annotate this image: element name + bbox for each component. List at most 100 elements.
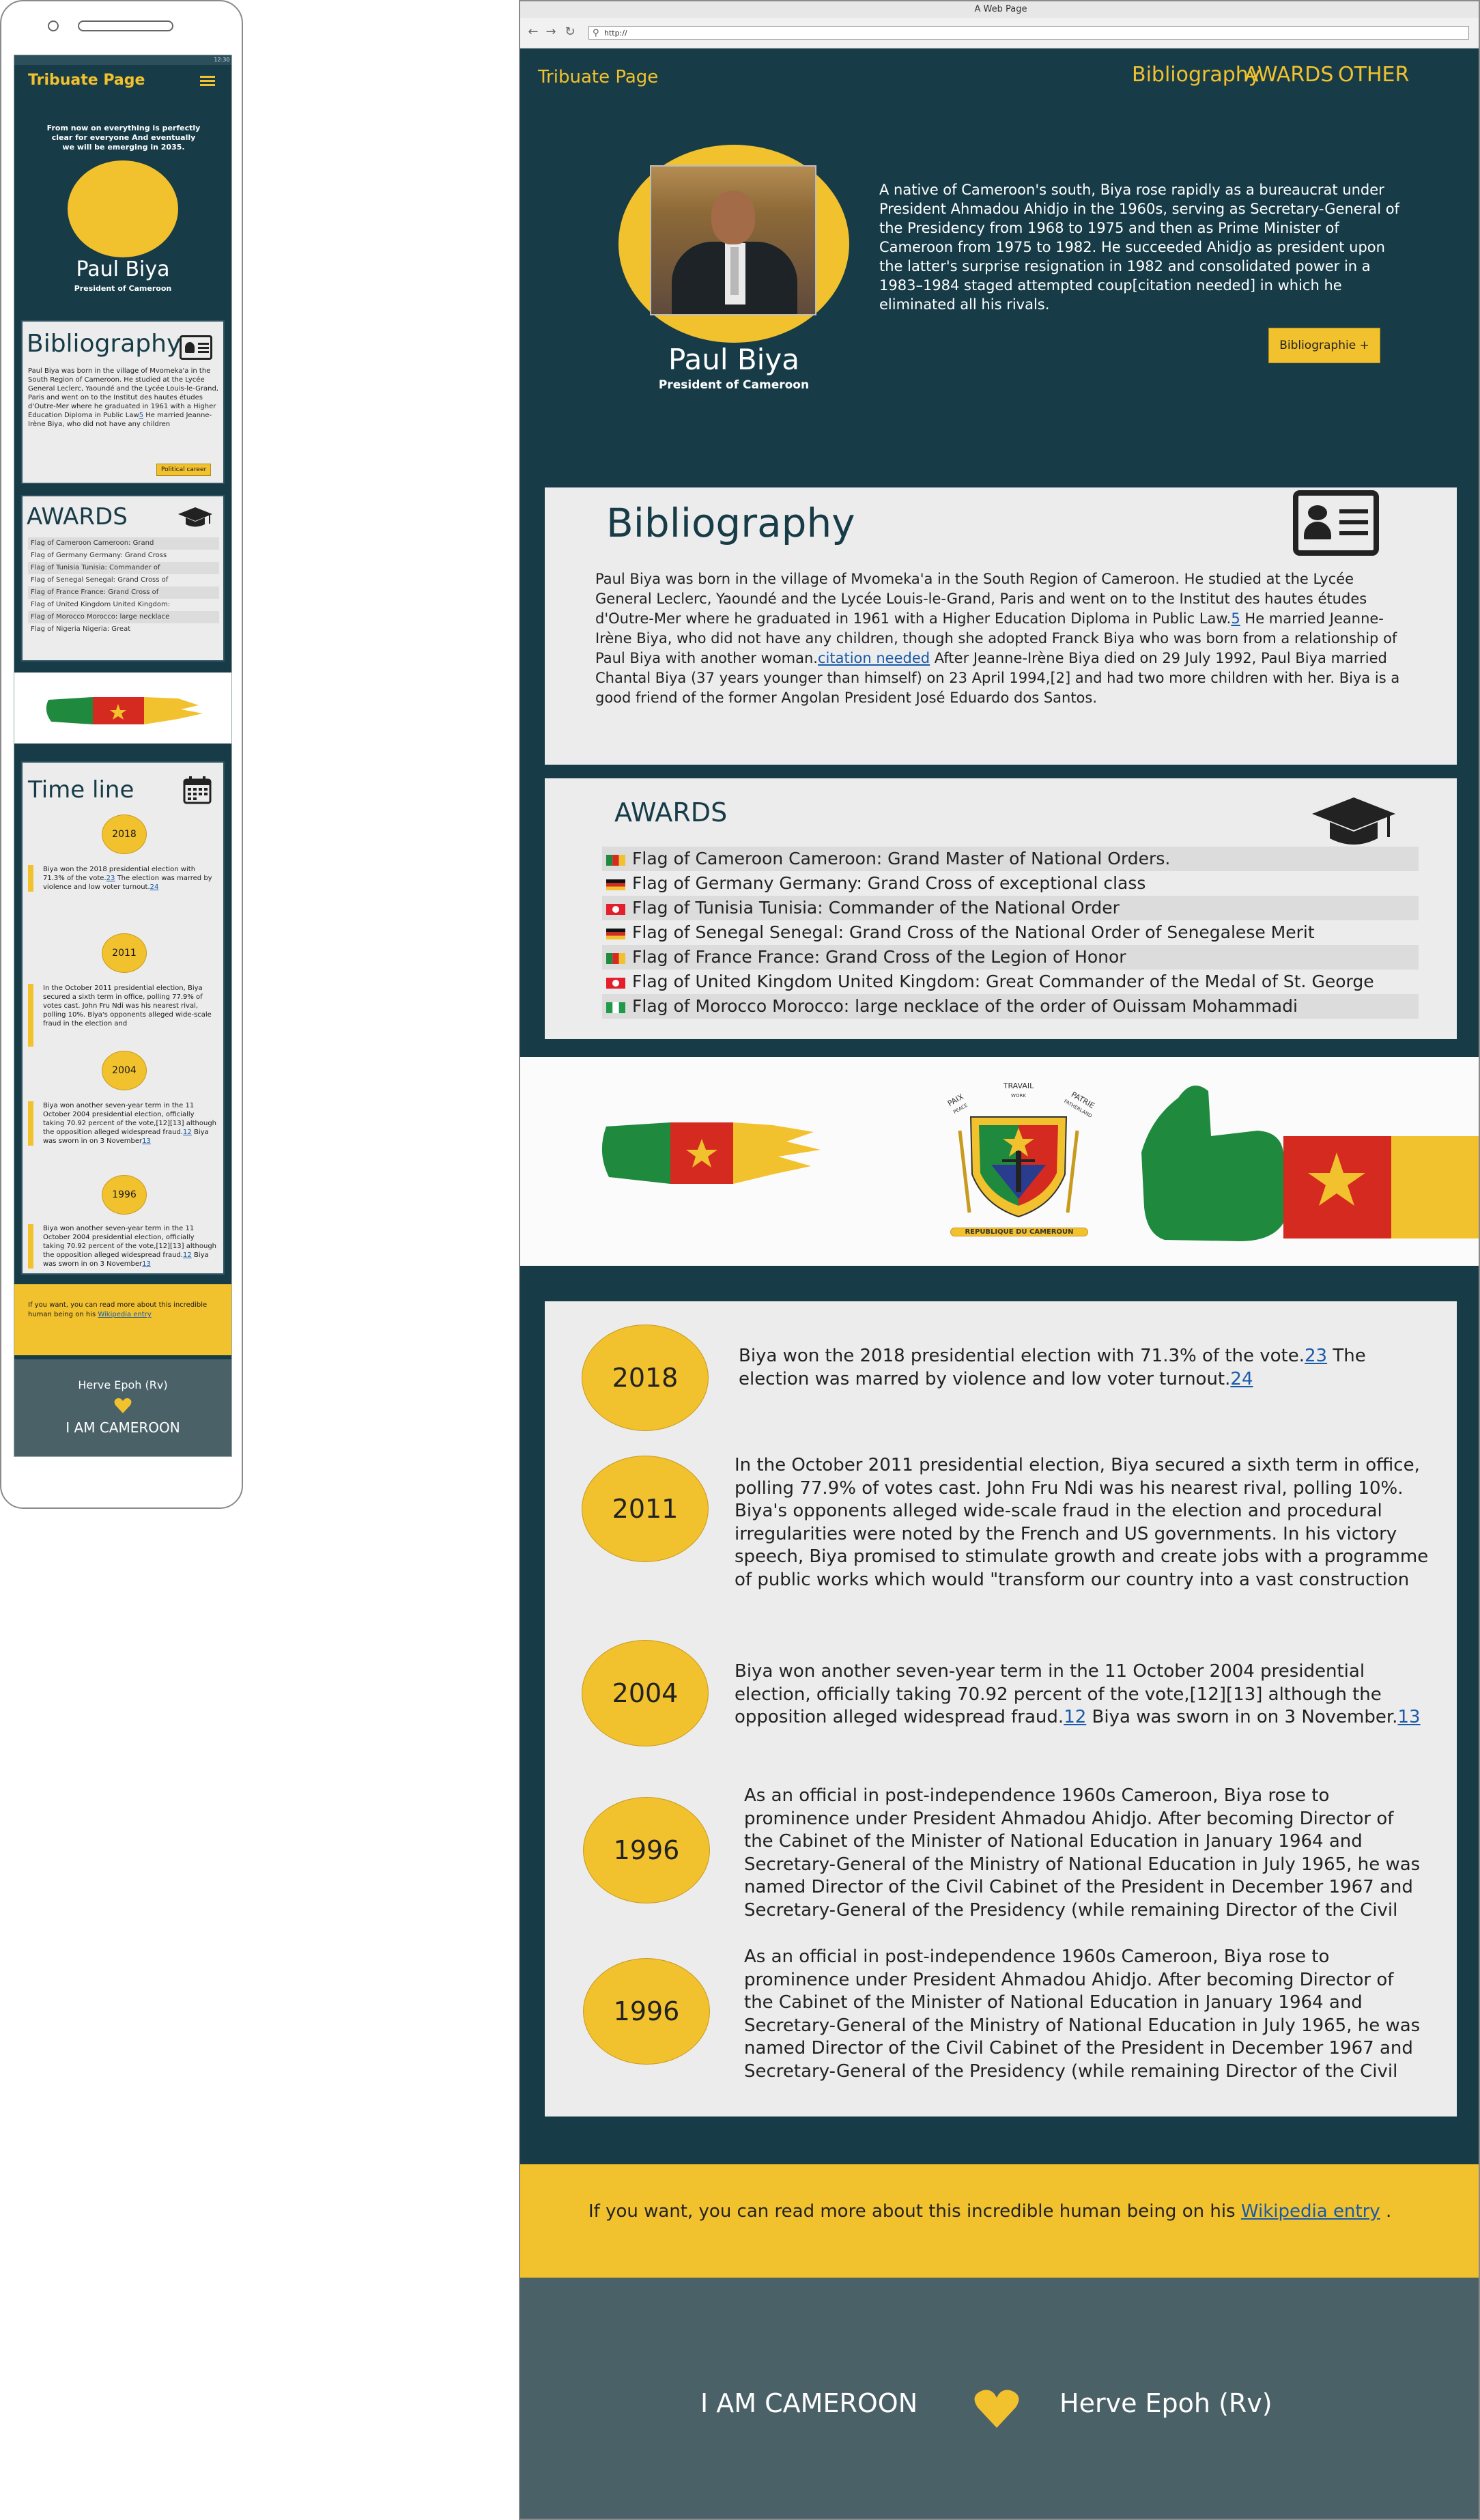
emblem-label: TRAVAIL (1003, 1081, 1034, 1090)
nav-link-awards[interactable]: AWARDS (1244, 63, 1333, 87)
mobile-awards-card: AWARDS Flag of Cameroon Cameroon: Grand … (21, 495, 225, 662)
citation-link[interactable]: 13 (142, 1260, 151, 1268)
mobile-year-badge: 2018 (102, 815, 147, 854)
political-career-button[interactable]: Political career (156, 464, 212, 476)
mobile-clock: 12:30 (214, 57, 230, 63)
citation-link[interactable]: 5 (1231, 610, 1240, 627)
timeline-text: Biya won the 2018 presidential election … (739, 1346, 1305, 1366)
mobile-footer-author: Herve Epoh (Rv) (78, 1378, 168, 1391)
mobile-timeline-entry: Biya won another seven-year term in the … (28, 1101, 216, 1146)
reload-icon[interactable]: ↻ (563, 23, 578, 41)
mobile-brand[interactable]: Tribuate Page (28, 72, 145, 89)
award-text: Flag of Morocco Morocco: large necklace … (632, 996, 1298, 1016)
list-item: Flag of Cameroon Cameroon: Grand (28, 537, 219, 550)
list-item: Flag of France France: Grand Cross of th… (602, 945, 1419, 969)
citation-link[interactable]: 23 (106, 875, 115, 882)
list-item: Flag of Morocco Morocco: large necklace … (602, 994, 1419, 1019)
mobile-awards-heading: AWARDS (27, 503, 128, 530)
list-item: Flag of United Kingdom United Kingdom: (31, 601, 171, 608)
citation-link[interactable]: 12 (183, 1129, 192, 1136)
award-text: Flag of Senegal Senegal: Grand Cross of … (632, 922, 1315, 942)
heart-icon (974, 2390, 1019, 2428)
flag-icon-germany (606, 929, 625, 939)
mobile-timeline-card: Time line 2018 Biya won the 2018 preside… (21, 761, 225, 1275)
timeline-entry: Biya won the 2018 presidential election … (739, 1345, 1428, 1391)
address-bar[interactable]: http:// (588, 26, 1469, 40)
mobile-year-badge: 2004 (102, 1051, 147, 1090)
citation-link[interactable]: 13 (142, 1137, 151, 1145)
list-item: Flag of Senegal Senegal: Grand Cross of (31, 576, 169, 584)
award-text: Flag of Tunisia Tunisia: Commander of th… (632, 898, 1120, 918)
timeline-entry: As an official in post-independence 1960… (744, 1946, 1427, 2085)
forward-arrow-icon[interactable]: → (543, 23, 558, 41)
award-text: Flag of Germany Germany: Grand Cross of … (632, 873, 1146, 893)
coat-of-arms-shield (958, 1116, 1079, 1218)
hero-name: Paul Biya (668, 343, 799, 376)
citation-link[interactable]: 24 (150, 883, 159, 891)
list-item: Flag of Germany Germany: Grand Cross (31, 552, 167, 559)
cameroon-flag-brush-image (46, 697, 203, 724)
portrait-photo (650, 165, 816, 315)
mobile-bibliography-card: Bibliography Paul Biya was born in the v… (21, 320, 225, 484)
back-arrow-icon[interactable]: ← (526, 23, 541, 41)
timeline-text: As an official in post-independence 1960… (744, 1785, 1421, 1921)
thumbs-up-flag-image (1141, 1086, 1479, 1241)
bibliographie-button[interactable]: Bibliographie + (1268, 328, 1380, 363)
site-brand[interactable]: Tribuate Page (538, 67, 658, 87)
citation-link[interactable]: 24 (1230, 1369, 1253, 1389)
mobile-hero-role: President of Cameroon (74, 284, 172, 293)
year-badge-2011: 2011 (582, 1456, 709, 1562)
mobile-timeline-entry: In the October 2011 presidential electio… (28, 984, 216, 1047)
list-item: Flag of France France: Grand Cross of (28, 586, 219, 599)
footer-author: Herve Epoh (Rv) (1059, 2388, 1272, 2418)
mobile-read-more-text: If you want, you can read more about thi… (28, 1301, 219, 1320)
phone-camera (48, 20, 59, 31)
wikipedia-link[interactable]: Wikipedia entry (1241, 2201, 1380, 2222)
timeline-entry: As an official in post-independence 1960… (744, 1785, 1427, 1924)
list-item: Flag of Nigeria Nigeria: Great (31, 625, 131, 633)
award-text: Flag of Cameroon Cameroon: Grand Master … (632, 849, 1171, 868)
hamburger-menu-icon[interactable] (200, 76, 215, 87)
mobile-awards-list: Flag of Cameroon Cameroon: Grand Flag of… (28, 537, 219, 636)
graduation-cap-icon (1312, 797, 1395, 845)
calendar-icon (183, 776, 212, 804)
award-text: Flag of United Kingdom United Kingdom: G… (632, 972, 1374, 991)
mobile-timeline-entry: Biya won another seven-year term in the … (28, 1224, 216, 1269)
citation-needed-link[interactable]: citation needed (818, 650, 930, 666)
browser-window: A Web Page ← → ↻ http:// ⚲ Tribuate Page… (519, 0, 1480, 2520)
list-item: Flag of Tunisia Tunisia: Commander of (28, 562, 219, 574)
timeline-entry: In the October 2011 presidential electio… (735, 1454, 1432, 1594)
mobile-portrait-circle (68, 160, 178, 257)
read-more-text: If you want, you can read more about thi… (588, 2201, 1391, 2222)
mobile-footer: Herve Epoh (Rv) I AM CAMEROON (14, 1359, 231, 1456)
mobile-flag-banner (14, 673, 231, 744)
year-badge-2018: 2018 (582, 1325, 709, 1431)
mobile-bibliography-heading: Bibliography (27, 330, 182, 358)
coat-of-arms-image: TRAVAIL WORK PAIX PEACE PATRIE FATHERLAND R… (930, 1081, 1107, 1252)
citation-link[interactable]: 23 (1305, 1346, 1327, 1366)
year-badge-1996: 1996 (583, 1958, 710, 2065)
mobile-timeline-text: In the October 2011 presidential electio… (43, 985, 212, 1028)
flag-icon-tunisia (606, 904, 625, 915)
award-text: Flag of France France: Grand Cross of th… (632, 947, 1126, 967)
citation-link[interactable]: 12 (183, 1251, 192, 1259)
mobile-year-badge: 1996 (102, 1175, 147, 1215)
citation-link[interactable]: 12 (1064, 1707, 1086, 1727)
year-badge-1996: 1996 (583, 1797, 710, 1903)
nav-link-other[interactable]: OTHER (1338, 63, 1409, 87)
list-item: Flag of Morocco Morocco: large necklace (28, 611, 219, 623)
cameroon-banner: TRAVAIL WORK PAIX PEACE PATRIE FATHERLAND R… (520, 1057, 1479, 1266)
flag-icon-tunisia (606, 978, 625, 989)
read-more-end: . (1380, 2201, 1392, 2222)
list-item: Flag of Cameroon Cameroon: Grand Master … (602, 847, 1419, 871)
awards-list: Flag of Cameroon Cameroon: Grand Master … (602, 847, 1419, 1019)
citation-link[interactable]: 13 (1397, 1707, 1420, 1727)
mobile-wikipedia-link[interactable]: Wikipedia entry (98, 1311, 151, 1318)
mobile-screen: 12:30 Tribuate Page From now on everythi… (14, 55, 232, 1457)
heart-icon (114, 1398, 132, 1413)
nav-link-bibliography[interactable]: Bibliography (1132, 63, 1261, 87)
mobile-timeline-heading: Time line (28, 776, 134, 804)
graduation-cap-icon (178, 507, 212, 527)
id-card-icon (1293, 490, 1379, 556)
mobile-hero-name: Paul Biya (76, 257, 170, 281)
